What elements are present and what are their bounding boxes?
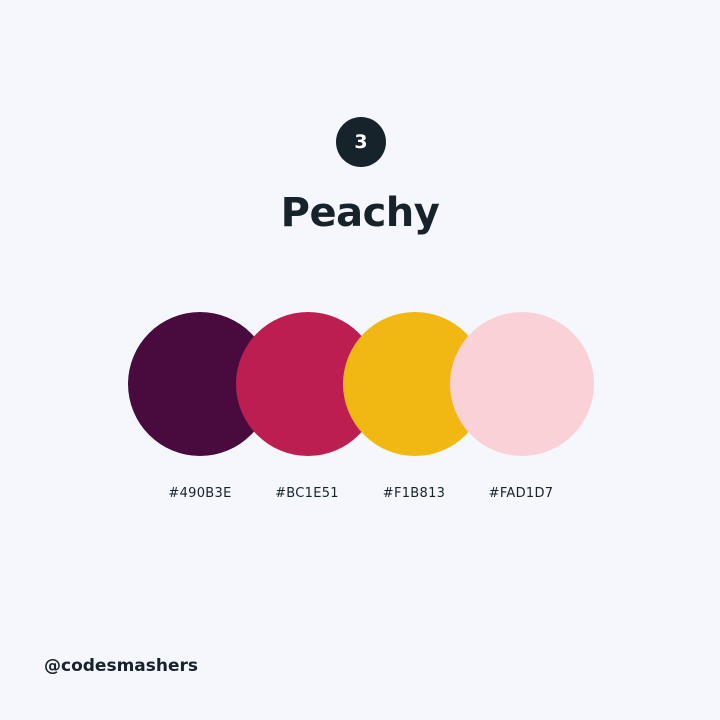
color-hex-label-3: #F1B813 (382, 486, 446, 501)
palette-number-badge: 3 (336, 117, 386, 167)
palette-title: Peachy (280, 190, 440, 236)
color-hex-label-2: #BC1E51 (275, 486, 339, 501)
color-hex-label-1: #490B3E (168, 486, 232, 501)
color-swatch-4 (450, 312, 594, 456)
author-handle: @codesmashers (44, 656, 199, 676)
color-hex-label-4: #FAD1D7 (488, 486, 554, 501)
